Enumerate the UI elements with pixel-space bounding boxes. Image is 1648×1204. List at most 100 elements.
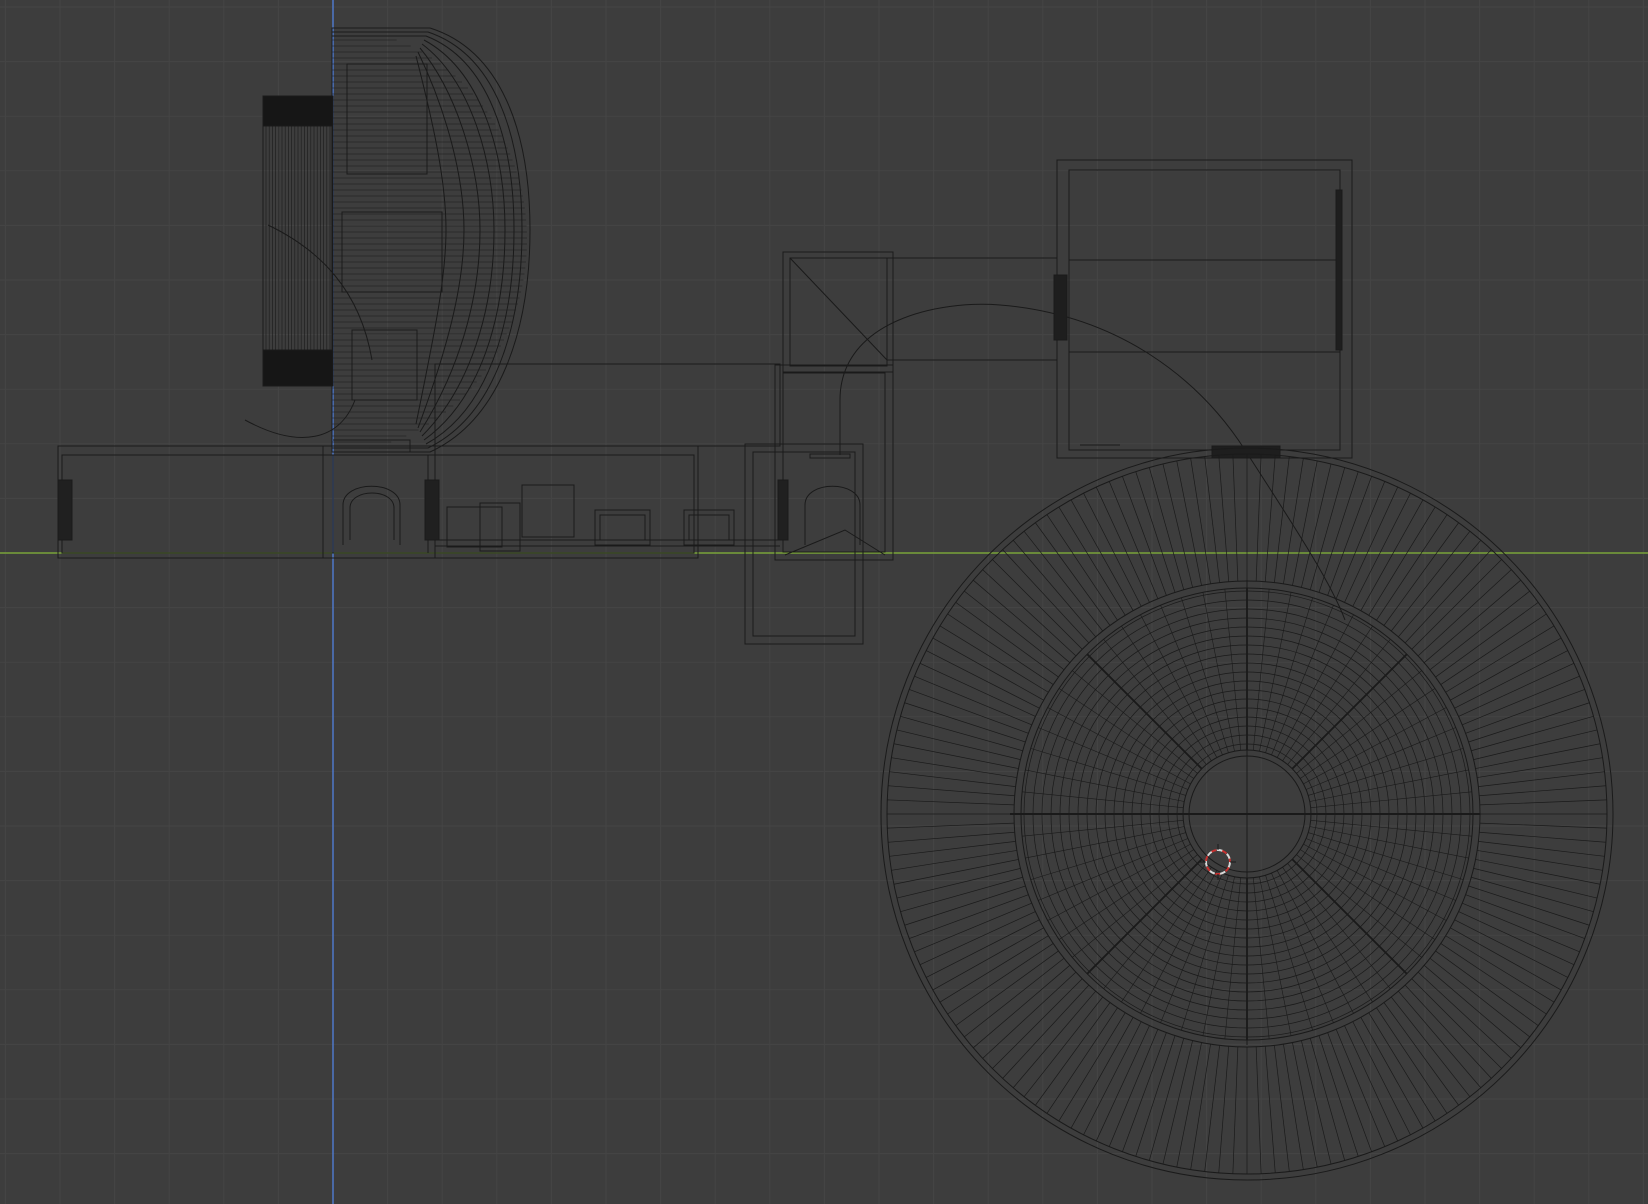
outer-spoke (1458, 662, 1575, 717)
outer-spoke (919, 662, 1036, 717)
inner-spoke (1308, 748, 1464, 796)
outer-spoke (1352, 1021, 1411, 1135)
outer-spoke (1264, 455, 1276, 582)
inner-spoke (1086, 858, 1203, 975)
outer-spoke (1218, 455, 1230, 582)
inner-spoke (1265, 875, 1313, 1031)
dome-latitude-lines (332, 39, 527, 449)
stair-core-mesh[interactable] (744, 251, 894, 645)
outer-spoke (964, 957, 1065, 1038)
inner-spoke (1310, 791, 1472, 809)
outer-spoke (1440, 613, 1547, 685)
outer-spoke (1122, 1032, 1167, 1152)
inner-spoke (1121, 867, 1212, 1003)
inner-spoke (1265, 597, 1313, 753)
outer-spoke (1352, 493, 1411, 607)
outer-spoke (1232, 454, 1239, 582)
outer-spoke (893, 743, 1019, 769)
outer-spoke (1390, 531, 1471, 632)
hall-mesh[interactable] (1053, 159, 1353, 459)
inner-spoke (1291, 858, 1408, 975)
outer-spoke (1283, 1044, 1304, 1170)
outer-spoke (1477, 850, 1603, 871)
inner-spoke (1291, 653, 1408, 770)
outer-spoke (926, 919, 1040, 978)
outer-spoke (1417, 971, 1512, 1059)
inner-spoke (1181, 597, 1229, 753)
outer-spoke (1475, 743, 1601, 769)
inner-spoke (1271, 873, 1334, 1023)
outer-spoke (1390, 996, 1471, 1097)
outer-spoke (939, 935, 1049, 1003)
outer-spoke (992, 978, 1083, 1069)
outer-spoke (939, 625, 1049, 693)
inner-spoke (1259, 876, 1292, 1036)
corridor-mesh[interactable] (839, 257, 1346, 621)
shelf-mesh[interactable] (244, 95, 373, 438)
inner-spoke (1038, 838, 1188, 901)
inner-spoke (1300, 688, 1436, 779)
outer-spoke (889, 771, 1016, 787)
outer-spoke (1255, 1046, 1262, 1174)
outer-spoke (947, 943, 1054, 1015)
inner-spoke (1202, 592, 1235, 752)
outer-spoke (1376, 514, 1448, 621)
outer-spoke (1465, 894, 1585, 939)
outer-spoke (1440, 943, 1547, 1015)
outer-spoke (947, 613, 1054, 685)
outer-spoke (1023, 531, 1104, 632)
outer-spoke (1292, 1042, 1318, 1168)
outer-spoke (1445, 935, 1555, 1003)
inner-spoke (1022, 791, 1184, 809)
outer-spoke (1002, 549, 1090, 644)
inner-spoke (1086, 653, 1203, 770)
inner-spoke (1058, 688, 1194, 779)
inner-spoke (1224, 877, 1242, 1039)
inner-spoke (1306, 838, 1456, 901)
outer-spoke (1344, 486, 1399, 603)
outer-spoke (909, 689, 1029, 734)
inner-spoke (1306, 727, 1456, 790)
inner-spoke (1025, 826, 1185, 859)
outer-spoke (1083, 1021, 1142, 1135)
outer-spoke (1404, 984, 1492, 1079)
inner-spoke (1224, 589, 1242, 751)
outer-spoke (1327, 1032, 1372, 1152)
outer-spoke (1046, 514, 1118, 621)
outer-spoke (1454, 919, 1568, 978)
outer-spoke (1095, 486, 1150, 603)
long-building-mesh[interactable] (57, 363, 781, 559)
outer-spoke (992, 559, 1083, 650)
outer-spoke (926, 650, 1040, 709)
inner-spoke (1058, 849, 1194, 940)
inner-spoke (1271, 605, 1334, 755)
outer-spoke (1232, 1046, 1239, 1174)
radial-dome-mesh[interactable] (880, 447, 1614, 1181)
wireframe-scene[interactable] (0, 0, 1648, 1204)
inner-spoke (1030, 832, 1186, 880)
outer-spoke (1274, 456, 1290, 583)
dome-mesh[interactable] (331, 27, 531, 453)
wireframe-meshes (57, 27, 1614, 1181)
inner-spoke (1160, 605, 1223, 755)
outer-spoke (1274, 1045, 1290, 1172)
outer-spoke (1255, 454, 1262, 582)
outer-spoke (982, 569, 1077, 657)
3d-viewport[interactable] (0, 0, 1648, 1204)
outer-spoke (964, 590, 1065, 671)
inner-spoke (1022, 819, 1184, 837)
inner-spoke (1282, 867, 1373, 1003)
outer-spoke (1190, 1044, 1211, 1170)
inner-spoke (1025, 769, 1185, 802)
inner-spoke (1202, 876, 1235, 1036)
outer-spoke (1327, 476, 1372, 596)
outer-spoke (1477, 757, 1603, 778)
outer-spoke (891, 757, 1017, 778)
outer-spoke (919, 911, 1036, 966)
outer-spoke (1479, 831, 1606, 843)
3d-cursor[interactable] (1200, 844, 1236, 880)
inner-spoke (1300, 849, 1436, 940)
inner-spoke (1160, 873, 1223, 1023)
outer-spoke (1479, 799, 1607, 806)
inner-spoke (1309, 826, 1469, 859)
